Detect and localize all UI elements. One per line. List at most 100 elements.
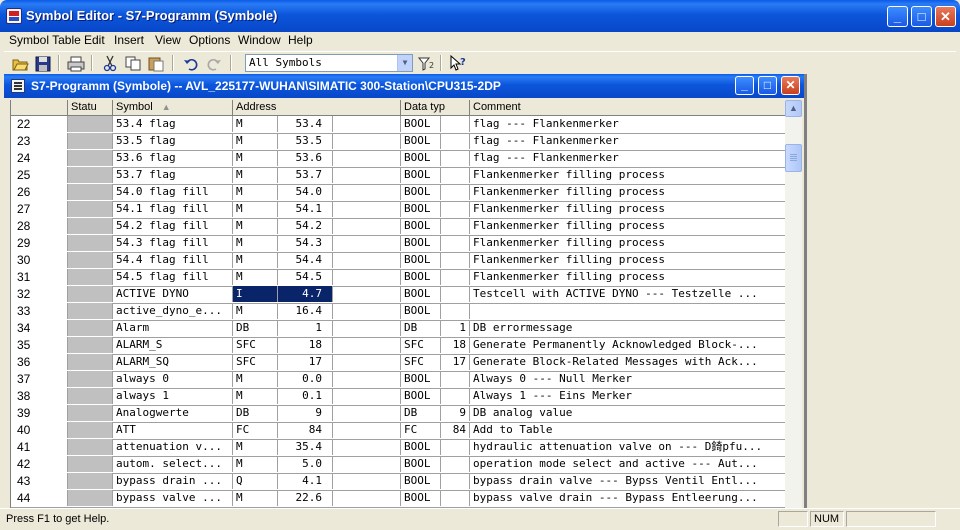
- address-value-cell[interactable]: 84: [278, 422, 333, 438]
- data-type-number-cell[interactable]: [441, 490, 470, 506]
- address-value-cell[interactable]: 54.1: [278, 201, 333, 217]
- data-type-cell[interactable]: FC: [401, 422, 441, 438]
- address-value-cell[interactable]: 9: [278, 405, 333, 421]
- address-area-cell[interactable]: M: [233, 218, 278, 234]
- table-row[interactable]: 31 54.5 flag fill M 54.5 BOOL Flankenmerker f…: [11, 269, 785, 287]
- undo-icon[interactable]: [181, 54, 201, 73]
- address-value-cell[interactable]: 17: [278, 354, 333, 370]
- data-type-cell[interactable]: BOOL: [401, 269, 441, 285]
- data-type-number-cell[interactable]: [441, 439, 470, 455]
- address-value-cell[interactable]: 54.3: [278, 235, 333, 251]
- table-row[interactable]: 30 54.4 flag fill M 54.4 BOOL Flankenmerker f…: [11, 252, 785, 270]
- address-area-cell[interactable]: SFC: [233, 354, 278, 370]
- column-header-address[interactable]: Address: [233, 100, 401, 116]
- comment-cell[interactable]: Flankenmerker filling process: [470, 167, 785, 183]
- row-number[interactable]: 32: [11, 286, 68, 302]
- address-spacer-cell[interactable]: [333, 371, 401, 387]
- child-maximize-button[interactable]: □: [758, 76, 777, 95]
- menu-view[interactable]: View: [153, 33, 183, 49]
- status-cell[interactable]: [68, 133, 113, 149]
- menu-window[interactable]: Window: [236, 33, 283, 49]
- data-type-cell[interactable]: BOOL: [401, 116, 441, 132]
- status-cell[interactable]: [68, 235, 113, 251]
- symbol-cell[interactable]: 53.6 flag: [113, 150, 233, 166]
- symbol-cell[interactable]: 54.4 flag fill: [113, 252, 233, 268]
- comment-cell[interactable]: DB analog value: [470, 405, 785, 421]
- address-area-cell[interactable]: M: [233, 456, 278, 472]
- status-cell[interactable]: [68, 371, 113, 387]
- address-spacer-cell[interactable]: [333, 303, 401, 319]
- scroll-up-button[interactable]: ▲: [785, 100, 802, 117]
- close-button[interactable]: ✕: [935, 6, 956, 27]
- row-number[interactable]: 24: [11, 150, 68, 166]
- paste-icon[interactable]: [146, 54, 166, 73]
- open-icon[interactable]: [10, 54, 30, 73]
- table-row[interactable]: 40 ATT FC 84 FC 84 Add to Table: [11, 422, 785, 440]
- address-area-cell[interactable]: M: [233, 116, 278, 132]
- address-area-cell[interactable]: DB: [233, 405, 278, 421]
- data-type-number-cell[interactable]: [441, 269, 470, 285]
- data-type-number-cell[interactable]: 9: [441, 405, 470, 421]
- symbol-table-titlebar[interactable]: S7-Programm (Symbole) -- AVL_225177-WUHA…: [4, 74, 804, 98]
- table-row[interactable]: 25 53.7 flag M 53.7 BOOL Flankenmerker fillin…: [11, 167, 785, 185]
- table-row[interactable]: 44 bypass valve ... M 22.6 BOOL bypass valve …: [11, 490, 785, 508]
- redo-icon[interactable]: [204, 54, 224, 73]
- data-type-cell[interactable]: BOOL: [401, 133, 441, 149]
- comment-cell[interactable]: DB errormessage: [470, 320, 785, 336]
- row-number[interactable]: 35: [11, 337, 68, 353]
- comment-cell[interactable]: Testcell with ACTIVE DYNO --- Testzelle …: [470, 286, 785, 302]
- address-area-cell[interactable]: M: [233, 184, 278, 200]
- status-cell[interactable]: [68, 388, 113, 404]
- comment-cell[interactable]: Flankenmerker filling process: [470, 269, 785, 285]
- address-value-cell[interactable]: 54.2: [278, 218, 333, 234]
- address-area-cell[interactable]: Q: [233, 473, 278, 489]
- address-value-cell[interactable]: 35.4: [278, 439, 333, 455]
- symbol-cell[interactable]: 54.3 flag fill: [113, 235, 233, 251]
- row-number[interactable]: 30: [11, 252, 68, 268]
- address-value-cell[interactable]: 1: [278, 320, 333, 336]
- data-type-cell[interactable]: BOOL: [401, 150, 441, 166]
- row-number[interactable]: 28: [11, 218, 68, 234]
- address-value-cell[interactable]: 22.6: [278, 490, 333, 506]
- table-row[interactable]: 27 54.1 flag fill M 54.1 BOOL Flankenmerker f…: [11, 201, 785, 219]
- symbol-cell[interactable]: active_dyno_e...: [113, 303, 233, 319]
- comment-cell[interactable]: Add to Table: [470, 422, 785, 438]
- symbol-cell[interactable]: 54.5 flag fill: [113, 269, 233, 285]
- print-icon[interactable]: [66, 54, 86, 73]
- symbol-cell[interactable]: bypass drain ...: [113, 473, 233, 489]
- data-type-cell[interactable]: BOOL: [401, 473, 441, 489]
- minimize-button[interactable]: _: [887, 6, 908, 27]
- status-cell[interactable]: [68, 201, 113, 217]
- address-spacer-cell[interactable]: [333, 337, 401, 353]
- address-spacer-cell[interactable]: [333, 439, 401, 455]
- data-type-cell[interactable]: BOOL: [401, 388, 441, 404]
- row-number[interactable]: 25: [11, 167, 68, 183]
- child-minimize-button[interactable]: _: [735, 76, 754, 95]
- table-row[interactable]: 37 always 0 M 0.0 BOOL Always 0 --- Null Merk…: [11, 371, 785, 389]
- data-type-cell[interactable]: SFC: [401, 337, 441, 353]
- comment-cell[interactable]: bypass drain valve --- Bypss Ventil Entl…: [470, 473, 785, 489]
- status-cell[interactable]: [68, 320, 113, 336]
- row-number[interactable]: 27: [11, 201, 68, 217]
- comment-cell[interactable]: Always 1 --- Eins Merker: [470, 388, 785, 404]
- symbol-cell[interactable]: ATT: [113, 422, 233, 438]
- comment-cell[interactable]: hydraulic attenuation valve on --- D錡pfu…: [470, 439, 785, 455]
- data-type-number-cell[interactable]: [441, 116, 470, 132]
- symbol-cell[interactable]: autom. select...: [113, 456, 233, 472]
- data-type-number-cell[interactable]: [441, 371, 470, 387]
- data-type-number-cell[interactable]: [441, 235, 470, 251]
- address-spacer-cell[interactable]: [333, 405, 401, 421]
- comment-cell[interactable]: Flankenmerker filling process: [470, 218, 785, 234]
- data-type-number-cell[interactable]: [441, 133, 470, 149]
- row-number[interactable]: 43: [11, 473, 68, 489]
- address-spacer-cell[interactable]: [333, 133, 401, 149]
- table-icon[interactable]: [11, 79, 25, 93]
- data-type-number-cell[interactable]: [441, 201, 470, 217]
- status-cell[interactable]: [68, 354, 113, 370]
- table-row[interactable]: 22 53.4 flag M 53.4 BOOL flag --- Flankenmerk…: [11, 116, 785, 134]
- address-value-cell[interactable]: 54.0: [278, 184, 333, 200]
- row-number[interactable]: 39: [11, 405, 68, 421]
- address-value-cell[interactable]: 16.4: [278, 303, 333, 319]
- status-cell[interactable]: [68, 337, 113, 353]
- menu-edit[interactable]: Edit: [82, 33, 107, 49]
